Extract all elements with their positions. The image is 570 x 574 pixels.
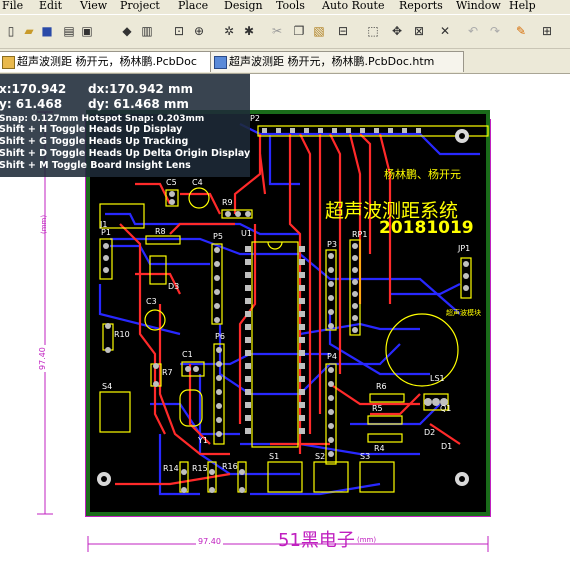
buzzer-module-label: 超声波模块 (446, 309, 481, 317)
tab-pcbdoc-htm-label: 超声波测距 杨开元，杨林鹏.PcbDoc.htm (229, 55, 435, 68)
ref-r16: R16 (222, 462, 238, 471)
tab-pcbdoc-htm[interactable]: 超声波测距 杨开元，杨林鹏.PcbDoc.htm (210, 51, 464, 72)
paste-icon[interactable]: ▧ (312, 24, 326, 38)
ref-r9: R9 (222, 198, 233, 207)
hud-dx: dx:170.942 mm (88, 82, 193, 96)
footer-unit-label: (mm) (357, 536, 377, 544)
undo-icon[interactable]: ↶ (466, 24, 480, 38)
menu-project[interactable]: Project (120, 0, 160, 12)
ref-c5: C5 (166, 178, 177, 187)
print-icon[interactable]: ▤ (62, 24, 76, 38)
tab-pcbdoc-label: 超声波测距 杨开元，杨林鹏.PcbDoc (17, 55, 197, 68)
layers-icon[interactable]: ◆ (120, 24, 134, 38)
hud-shortcut-heads-up: Shift + H Toggle Heads Up Display (0, 124, 183, 135)
p1-pads (103, 243, 109, 273)
hud-snap: Snap: 0.127mm Hotspot Snap: 0.203mm (0, 114, 205, 124)
ref-d2: D2 (424, 428, 436, 437)
clear-filter-icon[interactable]: ✕ (438, 24, 452, 38)
dimension-vertical-unit: (mm) (40, 214, 48, 234)
ref-rp1: RP1 (352, 230, 368, 239)
pcb-names-label: 杨林鹏、杨开元 (384, 168, 461, 181)
menu-auto-route[interactable]: Auto Route (322, 0, 385, 12)
hud-shortcut-tracking: Shift + G Toggle Heads Up Tracking (0, 136, 189, 147)
open-folder-icon[interactable]: ▰ (22, 24, 36, 38)
ref-d3: D3 (168, 282, 180, 291)
dimension-horizontal-label: 97.40 (196, 537, 223, 546)
hud-x: x:170.942 (0, 82, 67, 96)
highlight-icon[interactable]: ✎ (514, 24, 528, 38)
ref-q1: Q1 (440, 404, 452, 413)
ref-c4: C4 (192, 178, 203, 187)
save-icon[interactable]: ■ (40, 24, 54, 38)
ref-p3: P3 (327, 240, 337, 249)
zoom-area-icon[interactable]: ⊕ (192, 24, 206, 38)
ref-c3: C3 (146, 297, 157, 306)
ref-r8: R8 (155, 227, 166, 236)
ref-p5: P5 (213, 232, 223, 241)
ref-r10: R10 (114, 330, 130, 339)
ref-r14: R14 (163, 464, 179, 473)
move-icon[interactable]: ✥ (390, 24, 404, 38)
ref-s4: S4 (102, 382, 113, 391)
ref-p4: P4 (327, 352, 337, 361)
hud-shortcut-delta-origin: Shift + D Toggle Heads Up Delta Origin D… (0, 148, 251, 159)
pcb-doc-icon (2, 56, 15, 69)
ref-d1: D1 (441, 442, 453, 451)
ref-r15: R15 (192, 464, 208, 473)
ref-u1: U1 (241, 229, 252, 238)
dimension-vertical-label: 97.40 (38, 345, 47, 372)
menu-design[interactable]: Design (224, 0, 263, 12)
jp1-pads (463, 261, 469, 291)
ref-ls1: LS1 (430, 374, 445, 383)
ref-r6: R6 (376, 382, 387, 391)
ref-p1: P1 (101, 228, 111, 237)
pcb-date-label: 20181019 (379, 218, 474, 238)
hud-dy: dy: 61.468 mm (88, 97, 189, 111)
hud-y: y: 61.468 (0, 97, 63, 111)
htm-doc-icon (214, 56, 227, 69)
menu-window[interactable]: Window (456, 0, 501, 12)
menu-place[interactable]: Place (178, 0, 208, 12)
menu-reports[interactable]: Reports (399, 0, 443, 12)
menu-file[interactable]: File (2, 0, 23, 12)
menu-tools[interactable]: Tools (276, 0, 305, 12)
preview-icon[interactable]: ▣ (80, 24, 94, 38)
footer-brand-label: 51黑电子 (278, 530, 355, 551)
rubber-stamp-icon[interactable]: ⊟ (336, 24, 350, 38)
deselect-icon[interactable]: ⊠ (412, 24, 426, 38)
ref-c1: C1 (182, 350, 193, 359)
ref-p6: P6 (215, 332, 225, 341)
tab-pcbdoc[interactable]: 超声波测距 杨开元，杨林鹏.PcbDoc (0, 51, 230, 72)
toolbar: ▯ ▰ ■ ▤ ▣ ◆ ▥ ⊡ ⊕ ✲ ✱ ✂ ❐ ▧ ⊟ ⬚ ✥ ⊠ ✕ ↶ … (0, 15, 570, 49)
ref-y1: Y1 (198, 436, 208, 445)
ref-s3: S3 (360, 452, 371, 461)
menu-bar: File Edit View Project Place Design Tool… (0, 0, 570, 14)
copy-icon[interactable]: ❐ (292, 24, 306, 38)
ref-s2: S2 (315, 452, 326, 461)
ref-r4: R4 (374, 444, 385, 453)
ref-r7: R7 (162, 368, 173, 377)
browse-icon[interactable]: ⊞ (540, 24, 554, 38)
zoom-fit-icon[interactable]: ⊡ (172, 24, 186, 38)
menu-edit[interactable]: Edit (39, 0, 62, 12)
heads-up-display: x:170.942 dx:170.942 mm y: 61.468 dy: 61… (0, 74, 250, 177)
new-doc-icon[interactable]: ▯ (4, 24, 18, 38)
ref-jp1: JP1 (458, 244, 471, 253)
u1-pads-left (245, 246, 251, 434)
menu-help[interactable]: Help (509, 0, 536, 12)
select-area-icon[interactable]: ⬚ (366, 24, 380, 38)
ref-r5: R5 (372, 404, 383, 413)
hud-shortcut-insight-lens: Shift + M Toggle Board Insight Lens (0, 160, 191, 171)
zoom-filter-icon[interactable]: ✱ (242, 24, 256, 38)
library-icon[interactable]: ▥ (140, 24, 154, 38)
document-tabs: 超声波测距 杨开元，杨林鹏.PcbDoc 超声波测距 杨开元，杨林鹏.PcbDo… (0, 49, 570, 74)
ref-p2: P2 (250, 114, 260, 123)
redo-icon[interactable]: ↷ (488, 24, 502, 38)
cut-icon[interactable]: ✂ (270, 24, 284, 38)
menu-view[interactable]: View (80, 0, 107, 12)
pcb-canvas[interactable]: 杨林鹏、杨开元 超声波测距系统 20181019 P2 C5 C4 R9 J1 … (0, 74, 570, 574)
u1-pads-right (299, 246, 305, 434)
ref-s1: S1 (269, 452, 280, 461)
zoom-selected-icon[interactable]: ✲ (222, 24, 236, 38)
